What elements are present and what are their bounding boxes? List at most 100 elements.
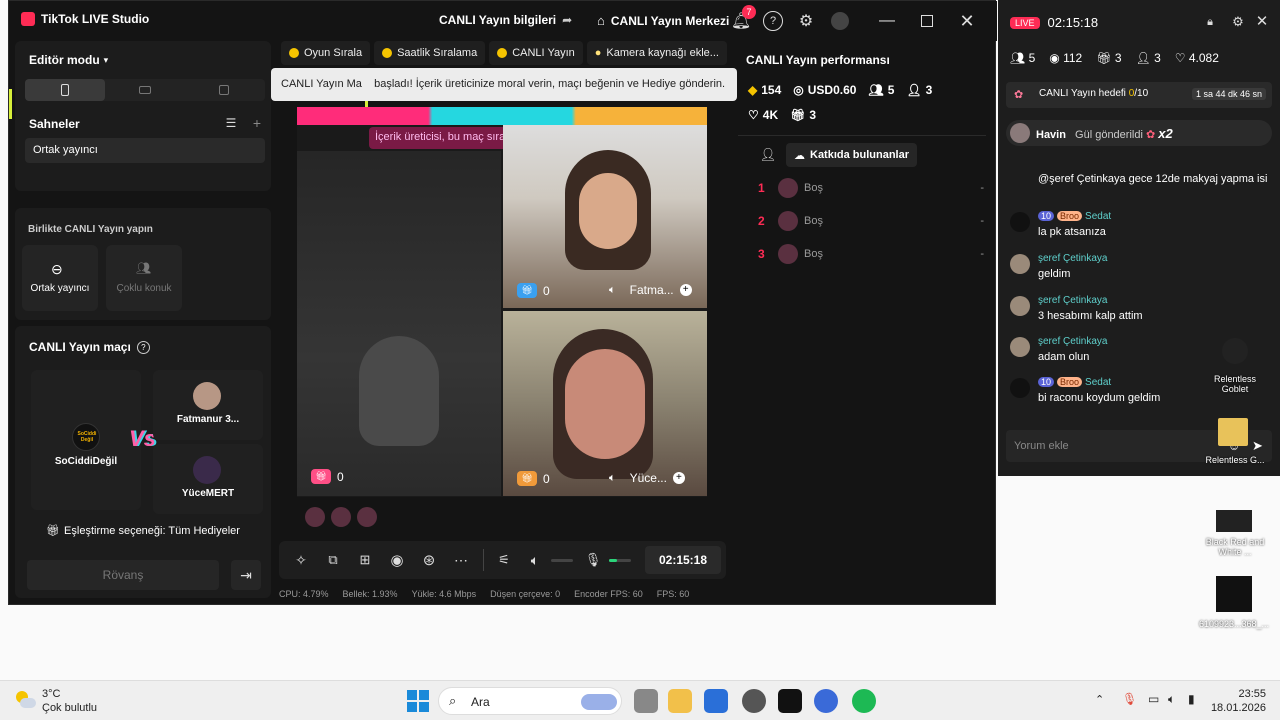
minimize-icon[interactable]: — [877,11,897,31]
avatar [1010,296,1030,316]
magic-wand-icon[interactable]: ✧ [291,550,311,570]
desktop-icon-label[interactable]: Relentless Goblet [1200,374,1270,394]
help-circle-icon[interactable]: ? [136,340,150,354]
desktop-icon-label[interactable]: Relentless G... [1200,455,1270,465]
contributors-button[interactable]: ☁ Katkıda bulunanlar [786,143,918,167]
clock-time[interactable]: 23:55 [1226,688,1266,700]
volume-slider[interactable] [551,559,573,562]
app-icon[interactable] [742,689,766,713]
microphone-icon[interactable]: 🎙︎ [1122,692,1137,706]
person-settings-icon[interactable]: 👤︎ [758,145,778,165]
browser-icon[interactable] [814,689,838,713]
help-icon[interactable]: ? [763,11,783,31]
divider [738,135,986,136]
seat-icon[interactable] [357,507,377,527]
tab-game-ranking[interactable]: Oyun Sırala [281,41,371,65]
media-file-icon[interactable] [1222,338,1248,364]
editor-mode-label: Editör modu [29,53,100,67]
users-icon: 👥︎ [136,261,152,275]
live-info-link[interactable]: CANLI Yayın bilgileri ➦ [439,13,572,27]
tab-add-camera[interactable]: ● Kamera kaynağı ekle... [586,41,727,65]
usd-value: USD0.60 [807,83,857,97]
speaker-icon[interactable]: 🔈︎ [609,472,616,485]
speaker-icon[interactable]: 🔈︎ [609,284,616,297]
multi-guest-button[interactable]: 👥︎ Çoklu konuk [106,245,182,311]
display-icon[interactable]: ▭ [1148,692,1159,706]
task-view-icon[interactable] [634,689,658,713]
close-icon[interactable]: ✕ [1254,13,1270,30]
pairing-text: Eşleştirme seçeneği: Tüm Hediyeler [64,524,240,537]
desktop-icon-label[interactable]: 6109923...368_... [1198,619,1270,629]
microphone-icon[interactable]: 🎙︎ [583,550,603,570]
image-file-icon[interactable] [1216,510,1252,532]
record-icon[interactable]: ◉ [387,550,407,570]
file-explorer-icon[interactable] [668,689,692,713]
username[interactable]: şeref Çetinkaya [1038,336,1107,347]
guest-video[interactable]: 🎁︎ 0 🔈︎ Yüce... + [503,311,707,496]
username[interactable]: şeref Çetinkaya [1038,253,1107,264]
followers-value: 3 [1154,51,1161,65]
desktop-icon-label[interactable]: Black Red and White ... [1199,537,1271,557]
temperature[interactable]: 3°C [42,688,60,700]
tiktok-live-studio-icon[interactable] [778,689,802,713]
landscape-icon [139,86,151,94]
battery-icon[interactable]: ▮ [1188,692,1195,706]
mixer-icon[interactable]: ⚟ [494,550,514,570]
rematch-button[interactable]: Rövanş [27,560,219,590]
username[interactable]: Sedat [1085,211,1111,222]
settings-gear-icon[interactable]: ⚙ [1230,14,1246,30]
opponent-card[interactable]: Fatmanur 3... [153,370,263,440]
search-box[interactable]: ⌕ Ara [438,687,622,715]
exit-match-icon[interactable]: ⇥ [231,560,261,590]
opponent-card[interactable]: YüceMERT [153,444,263,514]
settings-gear-icon[interactable]: ⚙ [796,11,816,31]
weather-text[interactable]: Çok bulutlu [42,702,97,714]
coin-icon [497,48,508,58]
clock-date[interactable]: 18.01.2026 [1206,702,1266,714]
rose-icon: ✿ [1014,89,1024,101]
live-goal[interactable]: ✿ CANLI Yayın hedefi 0/10 1 sa 44 dk 46 … [1006,82,1272,108]
tab-hourly-ranking[interactable]: Saatlik Sıralama [374,41,486,65]
lock-icon[interactable]: 🔒︎ [1202,14,1218,30]
store-icon[interactable] [704,689,728,713]
landscape-option[interactable] [105,79,185,101]
scene-item[interactable]: Ortak yayıncı [25,138,265,163]
timer-text: 02:15:18 [658,553,708,567]
volume-icon[interactable]: 🔈︎ [525,550,545,570]
seat-icon[interactable] [331,507,351,527]
username[interactable]: şeref Çetinkaya [1038,295,1107,306]
camera-icon[interactable]: ⊛ [419,550,439,570]
co-host-button[interactable]: ⊖ Ortak yayıncı [22,245,98,311]
windows-start-icon[interactable] [406,689,430,713]
multi-layout-option[interactable] [185,79,265,101]
volume-icon[interactable]: 🔈︎ [1168,692,1175,707]
add-source-icon[interactable]: ⊞ [355,550,375,570]
viewers-value: 5 [1028,51,1036,65]
live-center-link[interactable]: ⌂ CANLI Yayın Merkezi [597,13,729,28]
folder-icon[interactable] [1218,418,1248,446]
logo-file-icon[interactable] [1216,576,1252,612]
weather-cloud-icon[interactable] [14,689,36,711]
add-scene-icon[interactable]: + [249,115,265,131]
seat-icon[interactable] [305,507,325,527]
tab-live[interactable]: CANLI Yayın [489,41,583,65]
profile-avatar[interactable] [831,12,849,30]
guest-video[interactable]: 🎁︎ 0 🔈︎ Fatma... + [503,125,707,308]
add-follow-icon[interactable]: + [679,284,692,296]
list-icon[interactable]: ☰ [223,115,239,131]
mic-level-meter[interactable] [609,559,631,562]
chevron-up-icon[interactable]: ⌃ [1095,693,1104,706]
level-badge: 10 [1038,377,1055,387]
comment-placeholder: Yorum ekle [1014,440,1069,452]
portrait-option[interactable] [25,79,105,101]
maximize-icon[interactable] [921,15,933,27]
add-follow-icon[interactable]: + [672,472,685,484]
spotify-icon[interactable] [852,689,876,713]
more-icon[interactable]: ⋯ [451,550,471,570]
tiktok-logo-icon [21,12,35,26]
username[interactable]: Sedat [1085,377,1111,388]
send-icon[interactable]: ➤ [1252,438,1263,454]
close-icon[interactable]: ✕ [957,11,977,31]
screen-share-icon[interactable]: ⧉ [323,550,343,570]
editor-mode-dropdown[interactable]: Editör modu ▾ [29,53,108,67]
